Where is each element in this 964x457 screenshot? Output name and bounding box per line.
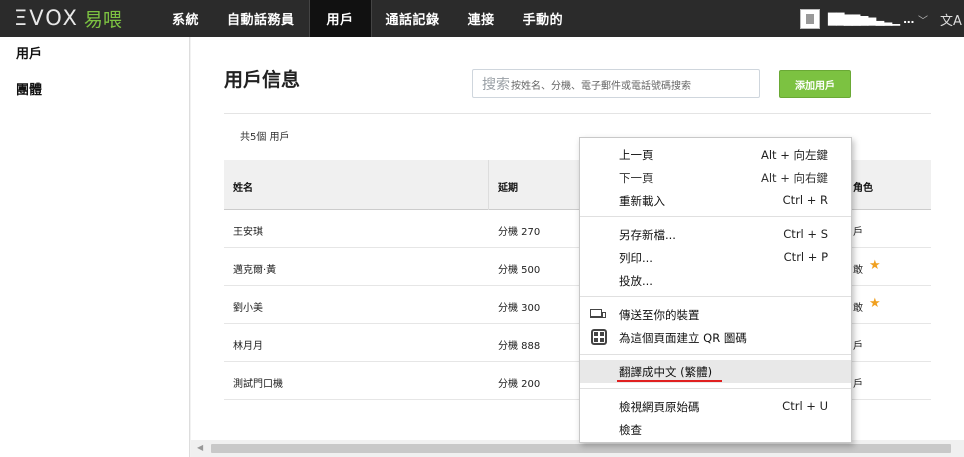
menu-item-cast[interactable]: 投放... <box>580 269 851 292</box>
menu-item-translate[interactable]: 翻譯成中文 (繁體) <box>580 360 851 383</box>
menu-shortcut: Alt + 向左鍵 <box>760 148 828 162</box>
menu-label: 另存新檔... <box>619 228 676 242</box>
column-divider <box>488 160 489 210</box>
menu-shortcut: Ctrl + P <box>783 250 828 264</box>
red-underline-annotation <box>617 380 722 382</box>
add-user-button[interactable]: 添加用戶 <box>779 70 851 98</box>
cell-name: 王安琪 <box>233 227 263 238</box>
star-icon: ★ <box>869 296 881 311</box>
sidebar-item-users[interactable]: 用戶 <box>0 37 189 73</box>
menu-separator <box>580 388 851 389</box>
star-icon: ★ <box>869 258 881 273</box>
menu-item-save-as[interactable]: 另存新檔... Ctrl + S <box>580 223 851 246</box>
user-name: ██▇▇▆▅▃▂▁ ... <box>828 12 915 26</box>
logo-mark: ΞVOX <box>14 6 79 30</box>
nav-item-call-logs[interactable]: 通話記錄 <box>372 0 454 37</box>
menu-shortcut: Ctrl + R <box>782 193 828 207</box>
menu-shortcut: Ctrl + S <box>783 227 828 241</box>
menu-separator <box>580 216 851 217</box>
nav-item-users[interactable]: 用戶 <box>308 0 372 37</box>
menu-label: 重新載入 <box>619 194 665 208</box>
menu-item-view-source[interactable]: 檢視網頁原始碼 Ctrl + U <box>580 395 851 418</box>
main-nav: 系統 自動話務員 用戶 通話記錄 連接 手動的 <box>158 0 577 37</box>
chevron-down-icon: ﹀ <box>918 15 929 27</box>
cell-name: 邁克爾·黃 <box>233 265 277 276</box>
cell-extension: 分機 888 <box>498 341 541 352</box>
scrollbar-thumb[interactable] <box>211 444 951 453</box>
qr-code-icon <box>591 329 607 345</box>
menu-label: 下一頁 <box>619 171 654 185</box>
cell-role: 戶 <box>853 341 863 352</box>
menu-label: 投放... <box>619 274 653 288</box>
column-header-name[interactable]: 姓名 <box>233 179 253 194</box>
user-menu[interactable]: ██▇▇▆▅▃▂▁ ... ﹀ <box>800 8 928 30</box>
evox-logo[interactable]: ΞVOX 易喂 <box>14 6 122 31</box>
menu-separator <box>580 296 851 297</box>
scroll-left-icon[interactable]: ◀ <box>197 443 203 452</box>
sidebar: 用戶 團體 <box>0 37 190 457</box>
menu-label: 為這個頁面建立 QR 圖碼 <box>619 331 747 345</box>
menu-label: 檢視網頁原始碼 <box>619 400 700 414</box>
column-header-role[interactable]: 角色 <box>853 179 873 194</box>
cell-name: 測試門口機 <box>233 379 283 390</box>
cell-extension: 分機 200 <box>498 379 541 390</box>
cell-extension: 分機 500 <box>498 265 541 276</box>
context-menu: 上一頁 Alt + 向左鍵 下一頁 Alt + 向右鍵 重新載入 Ctrl + … <box>579 137 852 443</box>
menu-label: 上一頁 <box>619 148 654 162</box>
menu-item-send-to-device[interactable]: 傳送至你的裝置 <box>580 303 851 326</box>
translate-icon[interactable]: 文A <box>940 10 962 29</box>
cell-role: 敢 <box>853 265 863 276</box>
cell-role: 戶 <box>853 379 863 390</box>
search-input[interactable]: 搜索 按姓名、分機、電子郵件或電話號碼搜索 <box>472 69 760 98</box>
nav-item-connections[interactable]: 連接 <box>454 0 509 37</box>
menu-item-inspect[interactable]: 檢查 <box>580 418 851 441</box>
menu-label: 檢查 <box>619 423 642 437</box>
nav-item-system[interactable]: 系統 <box>158 0 213 37</box>
top-navigation-bar: ΞVOX 易喂 系統 自動話務員 用戶 通話記錄 連接 手動的 ██▇▇▆▅▃▂… <box>0 0 964 37</box>
search-label: 搜索 <box>482 76 510 93</box>
menu-label: 列印... <box>619 251 653 265</box>
cell-extension: 分機 270 <box>498 227 541 238</box>
cell-role: 敢 <box>853 303 863 314</box>
menu-item-reload[interactable]: 重新載入 Ctrl + R <box>580 189 851 212</box>
page-title: 用戶信息 <box>224 69 301 91</box>
cell-role: 戶 <box>853 227 863 238</box>
cell-name: 劉小美 <box>233 303 263 314</box>
menu-shortcut: Ctrl + U <box>782 399 828 413</box>
divider <box>224 113 931 114</box>
column-header-extension[interactable]: 延期 <box>498 179 518 194</box>
menu-shortcut: Alt + 向右鍵 <box>760 171 828 185</box>
menu-label: 翻譯成中文 (繁體) <box>619 365 713 379</box>
search-placeholder: 按姓名、分機、電子郵件或電話號碼搜索 <box>511 81 691 92</box>
menu-item-forward[interactable]: 下一頁 Alt + 向右鍵 <box>580 166 851 189</box>
menu-item-back[interactable]: 上一頁 Alt + 向左鍵 <box>580 143 851 166</box>
menu-item-print[interactable]: 列印... Ctrl + P <box>580 246 851 269</box>
building-icon <box>800 9 820 29</box>
nav-item-auto-attendant[interactable]: 自動話務員 <box>213 0 309 37</box>
logo-chinese-name: 易喂 <box>83 8 122 31</box>
menu-label: 傳送至你的裝置 <box>619 308 700 322</box>
cell-extension: 分機 300 <box>498 303 541 314</box>
cell-name: 林月月 <box>233 341 263 352</box>
sidebar-item-groups[interactable]: 團體 <box>0 73 189 109</box>
nav-item-manual[interactable]: 手動的 <box>509 0 578 37</box>
menu-separator <box>580 354 851 355</box>
user-count: 共5個 用戶 <box>240 132 290 143</box>
menu-item-create-qr[interactable]: 為這個頁面建立 QR 圖碼 <box>580 326 851 349</box>
